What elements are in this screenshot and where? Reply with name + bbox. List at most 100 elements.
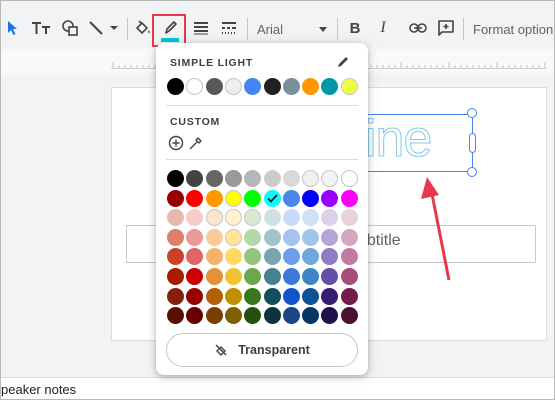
color-swatch[interactable] [321,248,339,266]
color-swatch[interactable] [282,170,300,187]
color-swatch[interactable] [321,287,339,305]
color-swatch[interactable] [263,189,281,207]
color-swatch[interactable] [263,248,281,266]
color-swatch[interactable] [244,170,262,187]
select-pointer-icon[interactable] [3,15,23,41]
italic-icon[interactable]: I [373,15,393,41]
color-swatch[interactable] [186,209,204,227]
color-swatch[interactable] [186,268,204,285]
format-options-button[interactable]: Format option [473,17,553,41]
color-swatch[interactable] [186,189,204,207]
speaker-notes[interactable]: peaker notes [1,377,554,399]
color-swatch[interactable] [340,248,358,266]
color-swatch[interactable] [167,170,184,187]
color-swatch[interactable] [321,307,339,325]
color-swatch[interactable] [263,228,281,246]
color-swatch[interactable] [302,209,320,227]
color-swatch[interactable] [340,307,358,325]
color-swatch[interactable] [282,287,300,305]
color-swatch[interactable] [282,307,300,325]
color-swatch[interactable] [244,248,262,266]
color-swatch[interactable] [321,228,339,246]
color-swatch[interactable] [282,78,300,95]
color-swatch[interactable] [205,228,223,246]
color-swatch[interactable] [224,78,242,95]
color-swatch[interactable] [244,78,262,95]
resize-handle[interactable] [467,108,477,118]
color-swatch[interactable] [263,78,281,95]
color-swatch[interactable] [340,170,358,187]
color-swatch[interactable] [263,170,281,187]
color-swatch[interactable] [321,209,339,227]
color-swatch[interactable] [244,228,262,246]
eyedropper-icon[interactable] [188,135,204,156]
link-icon[interactable] [407,15,429,41]
color-swatch[interactable] [186,307,204,325]
color-swatch[interactable] [167,189,184,207]
color-swatch[interactable] [244,209,262,227]
color-swatch[interactable] [186,248,204,266]
color-swatch[interactable] [321,78,339,95]
color-swatch[interactable] [167,268,184,285]
color-swatch[interactable] [224,228,242,246]
color-swatch[interactable] [224,268,242,285]
color-swatch[interactable] [186,287,204,305]
color-swatch[interactable] [167,287,184,305]
color-swatch[interactable] [302,189,320,207]
color-swatch[interactable] [205,307,223,325]
color-swatch[interactable] [224,170,242,187]
color-swatch[interactable] [205,78,223,95]
color-swatch[interactable] [244,287,262,305]
resize-handle[interactable] [467,167,477,177]
color-swatch[interactable] [186,78,204,95]
color-swatch[interactable] [244,189,262,207]
add-custom-color-icon[interactable] [168,135,184,156]
color-swatch[interactable] [340,209,358,227]
color-swatch[interactable] [302,307,320,325]
color-swatch[interactable] [282,189,300,207]
color-swatch[interactable] [302,78,320,95]
color-swatch[interactable] [340,268,358,285]
color-swatch[interactable] [167,307,184,325]
resize-handle[interactable] [469,133,476,153]
textbox-icon[interactable] [29,15,53,41]
color-swatch[interactable] [302,268,320,285]
color-swatch[interactable] [205,170,223,187]
color-swatch[interactable] [340,78,358,95]
color-swatch[interactable] [186,170,204,187]
color-swatch[interactable] [321,268,339,285]
fill-color-icon[interactable] [132,15,154,41]
color-swatch[interactable] [340,189,358,207]
color-swatch[interactable] [205,248,223,266]
color-swatch[interactable] [282,228,300,246]
color-swatch[interactable] [302,170,320,187]
color-swatch[interactable] [205,287,223,305]
border-dash-icon[interactable] [218,15,240,41]
color-swatch[interactable] [224,189,242,207]
font-select[interactable]: Arial [257,17,329,41]
color-swatch[interactable] [244,268,262,285]
title-textbox[interactable] [361,114,473,172]
transparent-button[interactable]: Transparent [166,333,358,367]
bold-icon[interactable]: B [345,15,365,41]
color-swatch[interactable] [321,189,339,207]
color-swatch[interactable] [205,189,223,207]
color-swatch[interactable] [224,248,242,266]
color-swatch[interactable] [186,228,204,246]
shapes-icon[interactable] [59,15,81,41]
comment-icon[interactable] [435,15,457,41]
color-swatch[interactable] [263,307,281,325]
color-swatch[interactable] [167,228,184,246]
color-swatch[interactable] [282,248,300,266]
edit-theme-icon[interactable] [336,55,350,74]
color-swatch[interactable] [224,307,242,325]
color-swatch[interactable] [282,209,300,227]
color-swatch[interactable] [244,307,262,325]
color-swatch[interactable] [302,228,320,246]
color-swatch[interactable] [282,268,300,285]
color-swatch[interactable] [263,209,281,227]
color-swatch[interactable] [205,209,223,227]
color-swatch[interactable] [340,287,358,305]
color-swatch[interactable] [263,268,281,285]
color-swatch[interactable] [205,268,223,285]
